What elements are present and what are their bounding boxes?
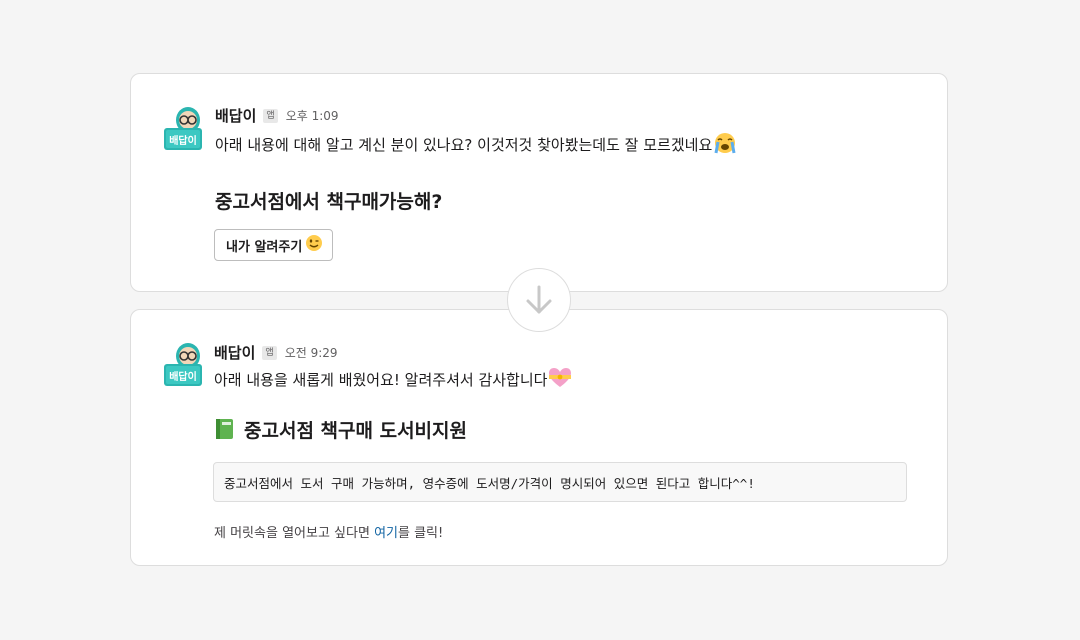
footer-message: 제 머릿속을 열어보고 싶다면 여기를 클릭! [214, 522, 443, 541]
bot-avatar-image: 배답이 [164, 107, 202, 150]
bot-avatar-image: 배답이 [164, 343, 202, 386]
message-body: 아래 내용에 대해 알고 계신 분이 있나요? 이것저것 찾아봤는데도 잘 모르… [215, 136, 713, 154]
answer-text-box: 중고서점에서 도서 구매 가능하며, 영수증에 도서명/가격이 명시되어 있으면… [213, 462, 907, 502]
footer-text-after: 를 클릭! [397, 526, 444, 541]
avatar-text: 배답이 [169, 370, 197, 383]
footer-text-before: 제 머릿속을 열어보고 싶다면 [214, 526, 375, 541]
message-body: 아래 내용을 새롭게 배웠어요! 알려주셔서 감사합니다 [214, 371, 548, 389]
answer-message-card: 배답이 배답이 앱 오전 9:29 아래 내용을 새롭게 배웠어요! 알려주셔서… [130, 309, 948, 566]
winking-face-icon [305, 234, 323, 256]
heart-with-ribbon-icon [548, 367, 572, 393]
green-book-icon [214, 418, 236, 445]
teach-me-button-label: 내가 알려주기 [226, 239, 303, 255]
answer-title: 중고서점 책구매 도서비지원 [214, 416, 467, 445]
answer-text: 중고서점에서 도서 구매 가능하며, 영수증에 도서명/가격이 명시되어 있으면… [224, 475, 755, 491]
message-text: 아래 내용을 새롭게 배웠어요! 알려주셔서 감사합니다 [214, 367, 572, 393]
transition-connector [507, 268, 571, 332]
avatar-text: 배답이 [169, 134, 197, 147]
footer-link[interactable]: 여기 [374, 526, 398, 541]
bot-avatar[interactable]: 배답이 [163, 342, 205, 390]
teach-me-button[interactable]: 내가 알려주기 [214, 229, 334, 261]
app-badge: 앱 [263, 108, 278, 123]
bot-avatar[interactable]: 배답이 [163, 106, 205, 154]
app-badge: 앱 [262, 345, 277, 360]
question-message-card: 배답이 배답이 앱 오후 1:09 아래 내용에 대해 알고 계신 분이 있나요… [130, 73, 948, 292]
message-header: 배답이 앱 오전 9:29 [214, 342, 338, 363]
arrow-down-icon [526, 285, 552, 314]
loudly-crying-face-icon [713, 132, 737, 158]
message-header: 배답이 앱 오후 1:09 [215, 105, 339, 126]
message-timestamp[interactable]: 오전 9:29 [285, 344, 338, 361]
sender-name[interactable]: 배답이 [215, 105, 256, 126]
sender-name[interactable]: 배답이 [214, 342, 255, 363]
message-text: 아래 내용에 대해 알고 계신 분이 있나요? 이것저것 찾아봤는데도 잘 모르… [215, 132, 737, 158]
answer-title-text: 중고서점 책구매 도서비지원 [244, 420, 467, 442]
question-title: 중고서점에서 책구매가능해? [215, 191, 443, 213]
message-timestamp[interactable]: 오후 1:09 [286, 107, 339, 124]
